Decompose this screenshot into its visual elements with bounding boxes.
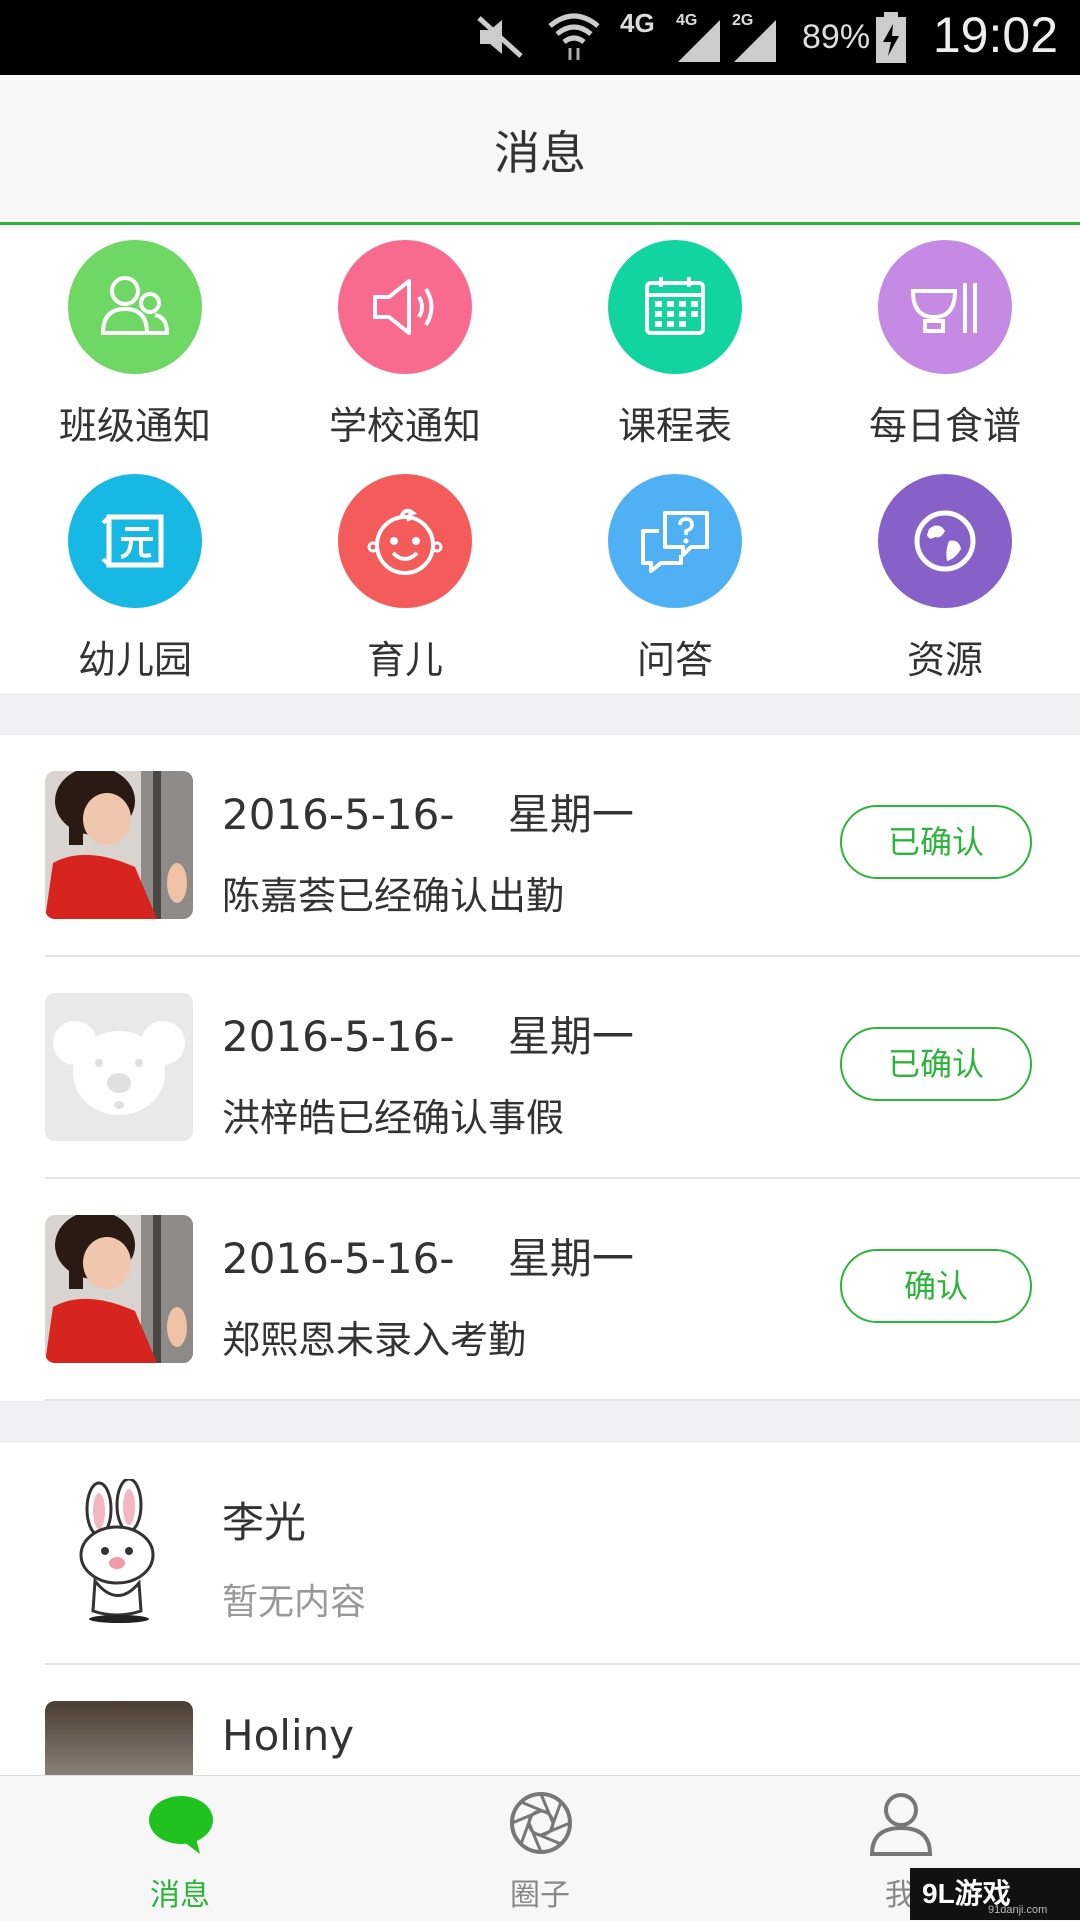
mute-icon <box>477 16 523 58</box>
grid-item-kindergarten[interactable]: 幼儿园 <box>0 459 270 693</box>
battery-icon <box>876 12 906 63</box>
tab-label: 圈子 <box>510 1878 570 1913</box>
attendance-row[interactable]: 2016-5-16- 星期一 陈嘉荟已经确认出勤 已确认 <box>0 735 1080 957</box>
chat-preview: 暂无内容 <box>222 1582 367 1623</box>
section-separator <box>0 693 1080 735</box>
grid-item-school-notice[interactable]: 学校通知 <box>270 225 540 459</box>
chat-name: 李光 <box>222 1498 307 1547</box>
grid-item-qa[interactable]: 问答 <box>540 459 810 693</box>
signal-icon <box>734 20 776 62</box>
battery-percent: 89% <box>802 18 871 56</box>
aperture-icon <box>510 1792 572 1854</box>
chat-bubble-icon <box>149 1796 213 1854</box>
koala-placeholder-avatar <box>45 993 193 1141</box>
watermark-url: 91danji.com <box>988 1904 1048 1916</box>
app-header: 消息 <box>0 75 1080 225</box>
tab-label: 消息 <box>150 1878 210 1913</box>
attendance-date: 2016-5-16- 星期一 <box>222 790 634 839</box>
grid-item-parenting[interactable]: 育儿 <box>270 459 540 693</box>
confirm-button[interactable]: 确认 <box>840 1249 1032 1323</box>
food-bowl-icon <box>910 283 977 333</box>
grid-item-label: 班级通知 <box>58 404 211 448</box>
tab-messages[interactable]: 消息 <box>0 1776 360 1921</box>
feature-grid: 班级通知 学校通知 课程表 每日食谱 幼儿园 育儿 问答 资源 <box>0 225 1080 693</box>
resource-globe-icon <box>914 510 976 572</box>
child-avatar <box>45 771 193 919</box>
grid-item-resources[interactable]: 资源 <box>810 459 1080 693</box>
class-notice-icon <box>100 276 170 335</box>
attendance-message: 陈嘉荟已经确认出勤 <box>222 874 565 918</box>
status-bar: 4G 4G 2G 89% 19:02 <box>0 0 1080 75</box>
wifi-icon <box>548 13 600 60</box>
attendance-message: 郑熙恩未录入考勤 <box>222 1318 527 1362</box>
grid-item-daily-menu[interactable]: 每日食谱 <box>810 225 1080 459</box>
rabbit-avatar <box>45 1479 193 1627</box>
attendance-message: 洪梓皓已经确认事假 <box>222 1096 565 1140</box>
section-separator <box>0 1401 1080 1443</box>
grid-item-label: 每日食谱 <box>868 404 1021 448</box>
tab-circle[interactable]: 圈子 <box>360 1776 720 1921</box>
calendar-icon <box>645 277 705 335</box>
site-watermark: 9L游戏 91danji.com <box>910 1868 1080 1920</box>
baby-face-icon <box>367 508 443 575</box>
grid-item-label: 资源 <box>906 638 983 682</box>
attendance-row[interactable]: 2016-5-16- 星期一 郑熙恩未录入考勤 确认 <box>0 1179 1080 1401</box>
grid-item-label: 课程表 <box>617 404 732 448</box>
person-icon <box>869 1793 933 1856</box>
attendance-date: 2016-5-16- 星期一 <box>222 1012 634 1061</box>
child-avatar <box>45 1215 193 1363</box>
chat-name: Holiny <box>222 1711 355 1760</box>
signal-icon <box>678 20 720 62</box>
confirmed-button[interactable]: 已确认 <box>840 805 1032 879</box>
page-title: 消息 <box>494 126 586 180</box>
grid-item-schedule[interactable]: 课程表 <box>540 225 810 459</box>
grid-item-label: 学校通知 <box>328 404 481 448</box>
attendance-row[interactable]: 2016-5-16- 星期一 洪梓皓已经确认事假 已确认 <box>0 957 1080 1179</box>
grid-item-class-notice[interactable]: 班级通知 <box>0 225 270 459</box>
school-notice-icon <box>373 279 434 335</box>
grid-item-label: 育儿 <box>366 638 443 682</box>
clock: 19:02 <box>932 7 1058 63</box>
grid-item-label: 幼儿园 <box>77 638 192 682</box>
kindergarten-icon <box>101 514 164 568</box>
network-4g-label: 4G <box>620 8 655 38</box>
attendance-date: 2016-5-16- 星期一 <box>222 1234 634 1283</box>
chat-row[interactable]: 李光 暂无内容 <box>0 1443 1080 1665</box>
qa-chat-icon <box>641 511 709 573</box>
confirmed-button[interactable]: 已确认 <box>840 1027 1032 1101</box>
grid-item-label: 问答 <box>636 638 713 682</box>
